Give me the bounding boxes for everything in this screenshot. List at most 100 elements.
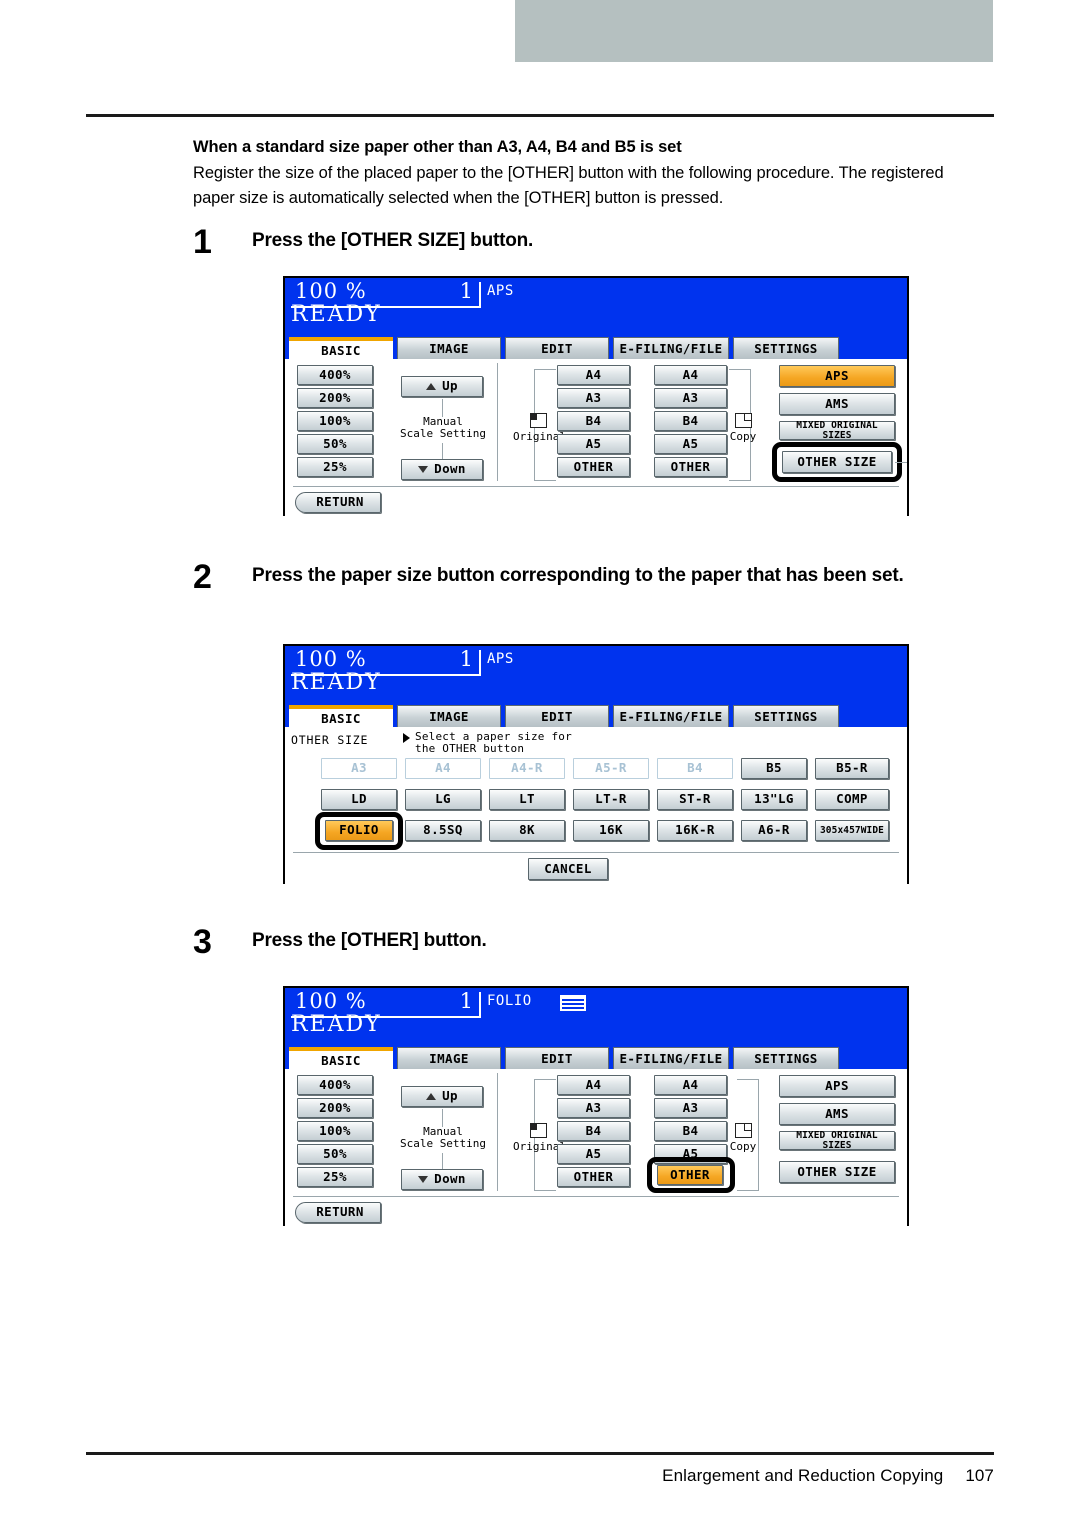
copy-size-a3[interactable]: A3: [654, 388, 727, 408]
tab-efiling-file[interactable]: E-FILING/FILE: [613, 705, 729, 727]
original-size-a3[interactable]: A3: [557, 388, 630, 408]
size-b4-button[interactable]: B4: [657, 758, 733, 779]
tab-settings[interactable]: SETTINGS: [733, 705, 839, 727]
copy-size-a3[interactable]: A3: [654, 1098, 727, 1118]
size-a6r-button[interactable]: A6-R: [741, 820, 807, 841]
size-13lg-button[interactable]: 13"LG: [741, 789, 807, 810]
zoom-200-button[interactable]: 200%: [297, 1098, 373, 1118]
zoom-50-button[interactable]: 50%: [297, 434, 373, 454]
copy-label: Copy: [729, 430, 757, 443]
size-b5-button[interactable]: B5: [741, 758, 807, 779]
section-divider: [497, 363, 498, 481]
tab-settings[interactable]: SETTINGS: [733, 1047, 839, 1069]
page-footer: Enlargement and Reduction Copying 107: [86, 1466, 994, 1486]
original-size-a3[interactable]: A3: [557, 1098, 630, 1118]
triangle-up-icon: [426, 1093, 437, 1100]
original-size-a4[interactable]: A4: [557, 365, 630, 385]
lcd3-mode-indicator: FOLIO: [487, 993, 532, 1009]
copy-size-a5[interactable]: A5: [654, 1144, 727, 1164]
original-size-other[interactable]: OTHER: [557, 1167, 630, 1187]
original-size-b4[interactable]: B4: [557, 411, 630, 431]
size-lg-button[interactable]: LG: [405, 789, 481, 810]
zoom-25-button[interactable]: 25%: [297, 457, 373, 477]
tab-edit[interactable]: EDIT: [505, 705, 609, 727]
other-size-button[interactable]: OTHER SIZE: [782, 451, 892, 473]
size-ld-button[interactable]: LD: [321, 789, 397, 810]
size-folio-button[interactable]: FOLIO: [325, 820, 393, 841]
copy-size-b4[interactable]: B4: [654, 411, 727, 431]
size-85sq-button[interactable]: 8.5SQ: [405, 820, 481, 841]
footer-title: Enlargement and Reduction Copying: [662, 1466, 944, 1485]
zoom-400-button[interactable]: 400%: [297, 365, 373, 385]
lcd1-status-header: 100 % 1 APS READY: [285, 278, 907, 335]
copy-size-other[interactable]: OTHER: [657, 1165, 723, 1185]
zoom-200-button[interactable]: 200%: [297, 388, 373, 408]
other-size-button[interactable]: OTHER SIZE: [779, 1161, 895, 1183]
size-comp-button[interactable]: COMP: [815, 789, 889, 810]
zoom-25-button[interactable]: 25%: [297, 1167, 373, 1187]
original-size-a5[interactable]: A5: [557, 1144, 630, 1164]
aps-button[interactable]: APS: [779, 1075, 895, 1097]
scale-up-button[interactable]: Up: [401, 1086, 483, 1107]
tab-settings[interactable]: SETTINGS: [733, 337, 839, 359]
scale-down-button[interactable]: Down: [401, 1169, 483, 1190]
lcd2-ready-text: READY: [291, 670, 382, 695]
tab-efiling-file[interactable]: E-FILING/FILE: [613, 337, 729, 359]
tab-image[interactable]: IMAGE: [397, 1047, 501, 1069]
zoom-100-button[interactable]: 100%: [297, 411, 373, 431]
scale-up-label: Up: [442, 378, 458, 394]
size-lt-button[interactable]: LT: [489, 789, 565, 810]
size-ltr-button[interactable]: LT-R: [573, 789, 649, 810]
lcd3-ready-text: READY: [291, 1012, 382, 1037]
paper-tray-icon: [560, 995, 586, 1011]
scale-down-label: Down: [434, 1171, 466, 1187]
copy-size-a5[interactable]: A5: [654, 434, 727, 454]
zoom-100-button[interactable]: 100%: [297, 1121, 373, 1141]
lcd3-copy-count: 1: [459, 989, 473, 1013]
tab-image[interactable]: IMAGE: [397, 337, 501, 359]
copy-size-other[interactable]: OTHER: [654, 457, 727, 477]
lcd1-body: 400% 200% 100% 50% 25% Up Manual Scale S…: [285, 359, 907, 516]
ams-button[interactable]: AMS: [779, 1103, 895, 1125]
tab-edit[interactable]: EDIT: [505, 1047, 609, 1069]
mixed-original-sizes-button[interactable]: MIXED ORIGINAL SIZES: [779, 1131, 895, 1150]
original-size-b4[interactable]: B4: [557, 1121, 630, 1141]
original-size-other[interactable]: OTHER: [557, 457, 630, 477]
tab-efiling-file[interactable]: E-FILING/FILE: [613, 1047, 729, 1069]
zoom-400-button[interactable]: 400%: [297, 1075, 373, 1095]
size-b5r-button[interactable]: B5-R: [815, 758, 889, 779]
tab-edit[interactable]: EDIT: [505, 337, 609, 359]
cancel-button[interactable]: CANCEL: [528, 858, 608, 880]
copy-document-icon: [735, 1123, 752, 1138]
tab-basic[interactable]: BASIC: [289, 337, 393, 359]
scale-down-button[interactable]: Down: [401, 459, 483, 480]
bottom-horizontal-rule: [86, 1452, 994, 1455]
return-button[interactable]: RETURN: [295, 1202, 381, 1223]
tab-basic[interactable]: BASIC: [289, 705, 393, 727]
original-size-a4[interactable]: A4: [557, 1075, 630, 1095]
zoom-50-button[interactable]: 50%: [297, 1144, 373, 1164]
aps-button[interactable]: APS: [779, 365, 895, 387]
lcd1-ratio-value: 100 %: [295, 279, 367, 303]
size-a5r-button[interactable]: A5-R: [573, 758, 649, 779]
section-divider: [497, 1073, 498, 1191]
scale-up-button[interactable]: Up: [401, 376, 483, 397]
copy-size-b4[interactable]: B4: [654, 1121, 727, 1141]
size-16kr-button[interactable]: 16K-R: [657, 820, 733, 841]
tab-basic[interactable]: BASIC: [289, 1047, 393, 1069]
size-16k-button[interactable]: 16K: [573, 820, 649, 841]
original-size-a5[interactable]: A5: [557, 434, 630, 454]
size-a4r-button[interactable]: A4-R: [489, 758, 565, 779]
size-8k-button[interactable]: 8K: [489, 820, 565, 841]
tab-image[interactable]: IMAGE: [397, 705, 501, 727]
size-a3-button[interactable]: A3: [321, 758, 397, 779]
size-a4-button[interactable]: A4: [405, 758, 481, 779]
copy-size-a4[interactable]: A4: [654, 1075, 727, 1095]
size-str-button[interactable]: ST-R: [657, 789, 733, 810]
manual-label-line2: Scale Setting: [399, 1137, 487, 1150]
mixed-original-sizes-button[interactable]: MIXED ORIGINAL SIZES: [779, 421, 895, 440]
return-button[interactable]: RETURN: [295, 492, 381, 513]
size-305x457wide-button[interactable]: 305x457WIDE: [815, 820, 889, 841]
copy-size-a4[interactable]: A4: [654, 365, 727, 385]
ams-button[interactable]: AMS: [779, 393, 895, 415]
